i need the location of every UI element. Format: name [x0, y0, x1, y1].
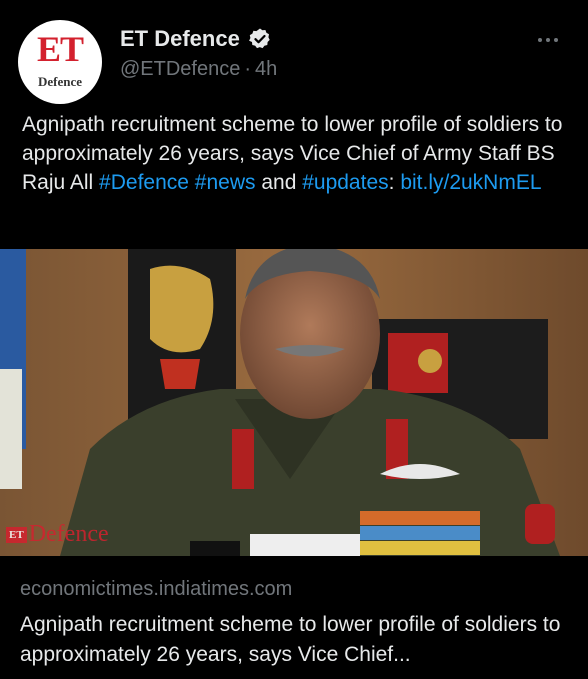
- verified-badge-icon: [249, 28, 270, 49]
- avatar[interactable]: ET Defence: [18, 20, 102, 104]
- tweet-text: Agnipath recruitment scheme to lower pro…: [22, 110, 570, 197]
- hashtag-updates[interactable]: #updates: [302, 171, 388, 194]
- handle[interactable]: @ETDefence: [120, 58, 240, 80]
- media-image[interactable]: ET Defence: [0, 249, 588, 556]
- short-url-link[interactable]: bit.ly/2ukNmEL: [400, 171, 541, 194]
- hashtag-defence[interactable]: #Defence: [99, 171, 189, 194]
- display-name[interactable]: ET Defence: [120, 26, 240, 52]
- watermark-box: ET: [6, 527, 27, 544]
- handle-line: @ETDefence · 4h: [120, 58, 277, 81]
- hashtag-news[interactable]: #news: [195, 171, 256, 194]
- card-title[interactable]: Agnipath recruitment scheme to lower pro…: [20, 610, 576, 670]
- and-text: and: [255, 171, 303, 194]
- officer-photo: [0, 249, 588, 556]
- colon: :: [388, 171, 401, 194]
- timestamp[interactable]: 4h: [255, 58, 277, 80]
- avatar-logo-text: ET: [36, 29, 84, 69]
- watermark-text: Defence: [28, 521, 109, 547]
- separator: ·: [244, 58, 252, 80]
- avatar-logo-subtext: Defence: [37, 74, 83, 89]
- media-watermark: ET Defence: [6, 521, 109, 548]
- more-options-icon[interactable]: [536, 30, 560, 50]
- card-domain[interactable]: economictimes.indiatimes.com: [20, 578, 292, 601]
